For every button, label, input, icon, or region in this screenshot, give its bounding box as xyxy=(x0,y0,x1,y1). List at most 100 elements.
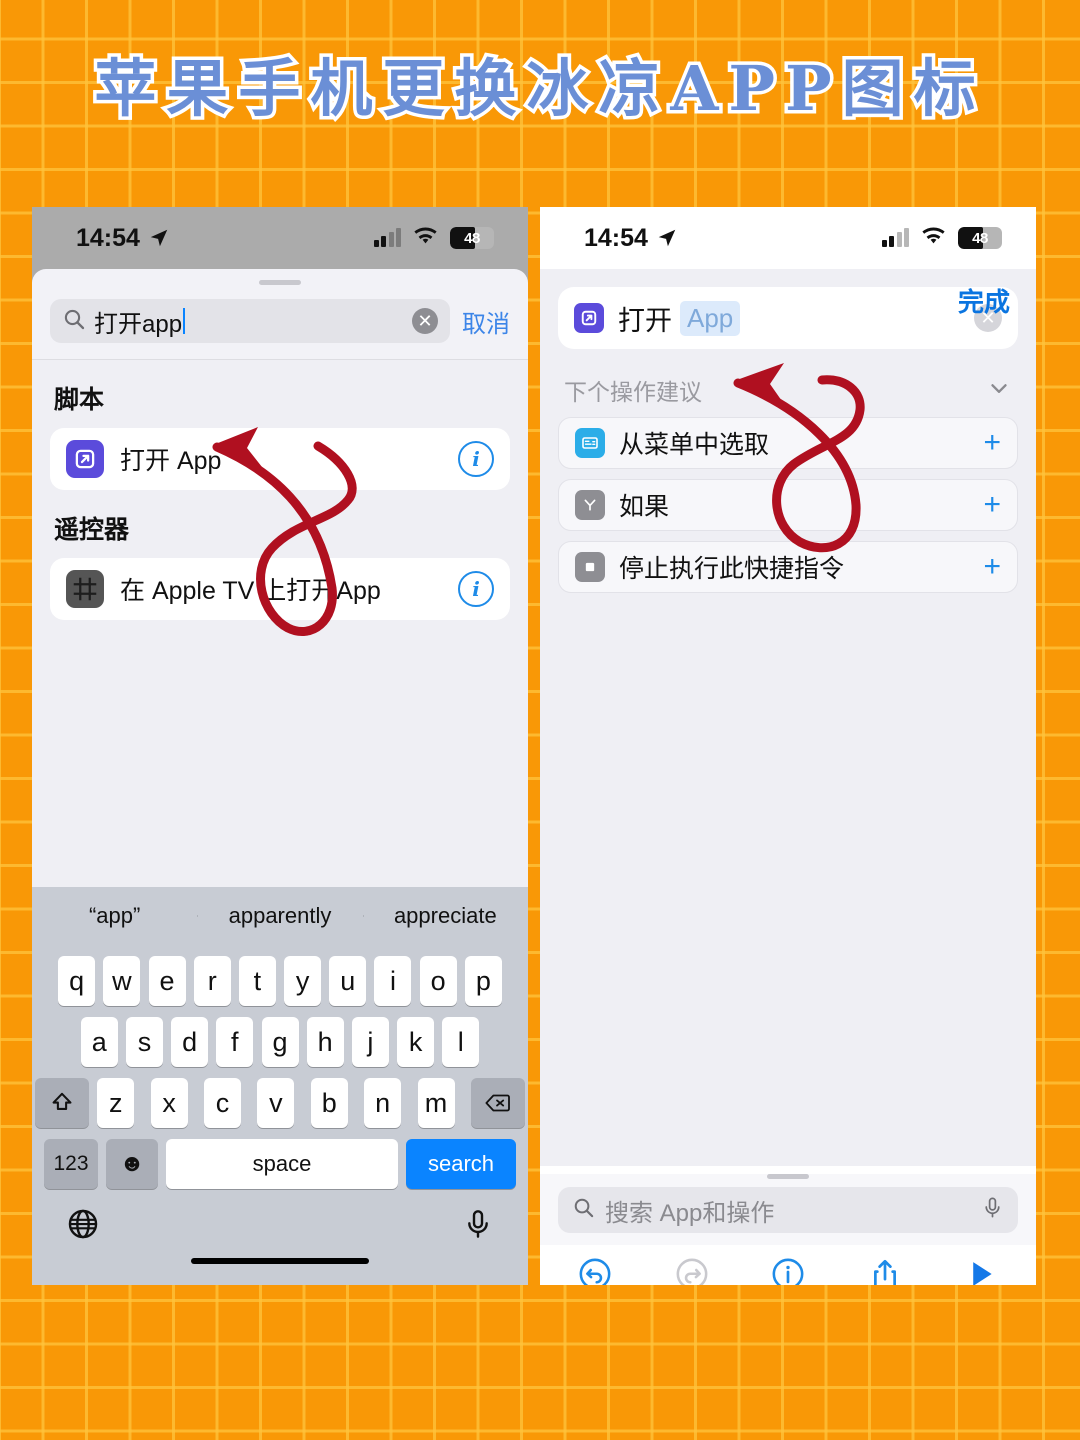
right-phone-screenshot: 14:54 48 打开 App ▾ xyxy=(540,207,1036,1285)
key-i[interactable]: i xyxy=(374,956,412,1006)
space-key[interactable]: space xyxy=(166,1139,398,1189)
status-left: 14:54 xyxy=(584,224,678,253)
suggestion-row-choose-from-menu[interactable]: 从菜单中选取 + xyxy=(558,417,1018,469)
apple-tv-icon xyxy=(66,570,104,608)
status-left: 14:54 xyxy=(76,224,170,253)
key-s[interactable]: s xyxy=(125,1017,163,1067)
key-t[interactable]: t xyxy=(238,956,276,1006)
key-c[interactable]: c xyxy=(204,1078,242,1128)
backspace-icon[interactable] xyxy=(470,1078,525,1128)
key-u[interactable]: u xyxy=(329,956,367,1006)
prediction-0[interactable]: “app” xyxy=(32,903,197,929)
search-icon xyxy=(572,1196,595,1224)
add-action-button[interactable]: + xyxy=(983,552,1001,582)
right-status-bar: 14:54 48 xyxy=(540,207,1036,269)
search-input[interactable]: 打开app ✕ xyxy=(50,299,450,343)
left-status-bar: 14:54 48 xyxy=(32,207,528,269)
key-a[interactable]: a xyxy=(80,1017,118,1067)
search-placeholder: 搜索 App和操作 xyxy=(605,1199,775,1227)
undo-icon[interactable] xyxy=(576,1255,614,1285)
sheet-grabber[interactable] xyxy=(767,1174,809,1179)
key-w[interactable]: w xyxy=(103,956,141,1006)
key-r[interactable]: r xyxy=(193,956,231,1006)
suggestion-label: 从菜单中选取 xyxy=(619,431,770,459)
keyboard-row-2: asdfghjkl xyxy=(32,1017,528,1067)
share-icon[interactable] xyxy=(866,1255,904,1285)
location-arrow-icon xyxy=(656,227,678,249)
status-time: 14:54 xyxy=(584,223,648,252)
open-app-icon xyxy=(66,440,104,478)
key-n[interactable]: n xyxy=(364,1078,402,1128)
open-app-icon xyxy=(574,303,604,333)
clear-circle-icon[interactable]: ✕ xyxy=(412,308,438,334)
shortcut-editor-body: 打开 App ✕ 下个操作建议 从菜单中选取 + 如果 + 停止执行此快捷指令 … xyxy=(540,269,1036,1166)
stop-shortcut-icon xyxy=(575,552,605,582)
key-p[interactable]: p xyxy=(464,956,502,1006)
key-e[interactable]: e xyxy=(148,956,186,1006)
result-label: 在 Apple TV 上打开App xyxy=(120,577,381,605)
editor-toolbar xyxy=(540,1245,1036,1285)
status-right: 48 xyxy=(373,224,494,253)
search-row: 打开app ✕ 取消 xyxy=(32,285,528,359)
key-g[interactable]: g xyxy=(261,1017,299,1067)
key-x[interactable]: x xyxy=(150,1078,188,1128)
left-phone-screenshot: 14:54 48 打开app ✕ 取消 脚本 打开 App i 遥控器 在 Ap… xyxy=(32,207,528,1285)
search-input[interactable]: 搜索 App和操作 xyxy=(558,1187,1018,1233)
chevron-down-icon[interactable] xyxy=(986,375,1012,406)
app-parameter-token[interactable]: App xyxy=(680,300,741,336)
keyboard-row-3: zxcvbnm xyxy=(32,1078,528,1128)
emoji-icon[interactable]: ☻ xyxy=(106,1139,158,1189)
numbers-key[interactable]: 123 xyxy=(44,1139,98,1189)
key-k[interactable]: k xyxy=(397,1017,435,1067)
result-row-open-app[interactable]: 打开 App i xyxy=(50,428,510,490)
keyboard-footer xyxy=(32,1189,528,1246)
wifi-icon xyxy=(412,224,439,253)
microphone-icon[interactable] xyxy=(462,1208,494,1245)
status-time: 14:54 xyxy=(76,223,140,252)
search-text: 打开app xyxy=(94,304,404,339)
microphone-icon[interactable] xyxy=(981,1196,1004,1224)
result-label: 打开 App xyxy=(120,447,222,475)
key-l[interactable]: l xyxy=(442,1017,480,1067)
key-m[interactable]: m xyxy=(417,1078,455,1128)
key-f[interactable]: f xyxy=(216,1017,254,1067)
key-d[interactable]: d xyxy=(171,1017,209,1067)
keyboard-row-1: qwertyuiop xyxy=(32,956,528,1006)
info-icon[interactable]: i xyxy=(458,571,494,607)
if-icon xyxy=(575,490,605,520)
key-z[interactable]: z xyxy=(97,1078,135,1128)
info-icon[interactable]: i xyxy=(458,441,494,477)
done-button[interactable]: 完成 xyxy=(958,282,1010,319)
action-text: 打开 App xyxy=(618,299,741,338)
choose-from-menu-icon xyxy=(575,428,605,458)
key-j[interactable]: j xyxy=(351,1017,389,1067)
suggestion-row-if[interactable]: 如果 + xyxy=(558,479,1018,531)
cancel-button[interactable]: 取消 xyxy=(462,304,510,339)
search-key[interactable]: search xyxy=(406,1139,516,1189)
prediction-1[interactable]: apparently xyxy=(197,903,362,929)
key-y[interactable]: y xyxy=(284,956,322,1006)
search-icon xyxy=(62,307,86,336)
cellular-signal-icon xyxy=(373,228,401,247)
add-action-button[interactable]: + xyxy=(983,428,1001,458)
section-title-remote: 遥控器 xyxy=(54,516,130,544)
result-row-apple-tv[interactable]: 在 Apple TV 上打开App i xyxy=(50,558,510,620)
key-q[interactable]: q xyxy=(58,956,96,1006)
key-o[interactable]: o xyxy=(419,956,457,1006)
shift-icon[interactable] xyxy=(35,1078,90,1128)
add-action-button[interactable]: + xyxy=(983,490,1001,520)
suggestion-row-stop-shortcut[interactable]: 停止执行此快捷指令 + xyxy=(558,541,1018,593)
status-right: 48 xyxy=(881,224,1002,253)
key-h[interactable]: h xyxy=(306,1017,344,1067)
cellular-signal-icon xyxy=(881,228,909,247)
key-v[interactable]: v xyxy=(257,1078,295,1128)
battery-icon: 48 xyxy=(450,227,494,249)
key-b[interactable]: b xyxy=(310,1078,348,1128)
keyboard-row-4: 123 ☻ space search xyxy=(32,1139,528,1189)
play-icon[interactable] xyxy=(962,1255,1000,1285)
info-icon[interactable] xyxy=(769,1255,807,1285)
prediction-2[interactable]: appreciate xyxy=(362,903,528,929)
battery-icon: 48 xyxy=(958,227,1002,249)
globe-icon[interactable] xyxy=(66,1207,100,1246)
action-card-open-app[interactable]: 打开 App ✕ xyxy=(558,287,1018,349)
